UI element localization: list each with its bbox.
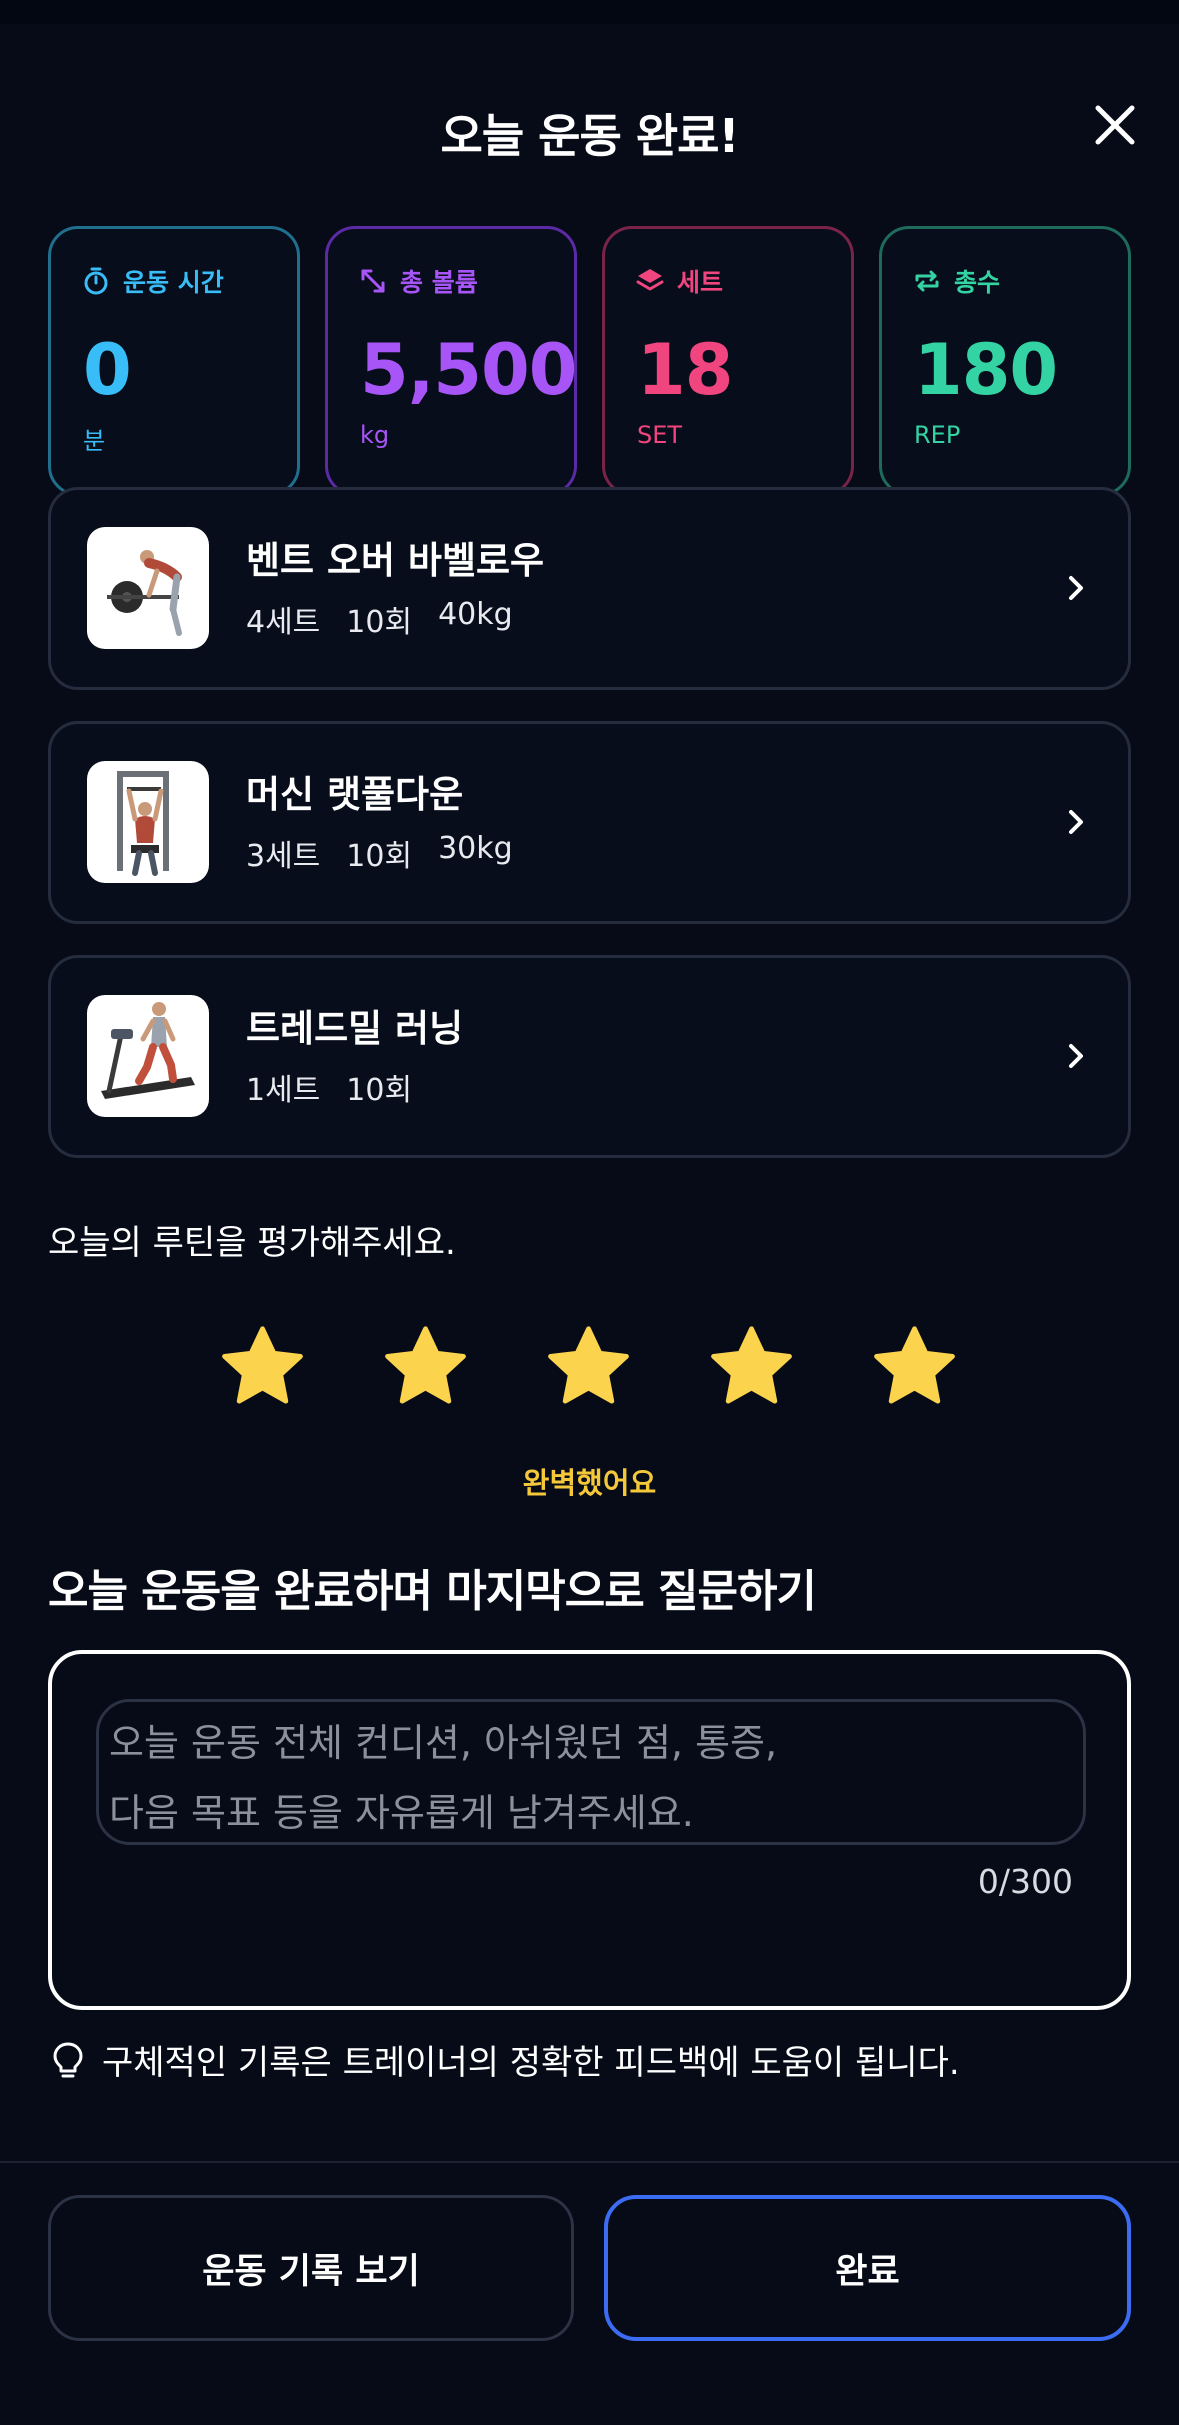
exercise-sets: 3세트 <box>246 839 321 874</box>
expand-arrows-icon <box>361 269 385 293</box>
question-input[interactable] <box>96 1699 1086 1845</box>
exercise-sets: 1세트 <box>246 1073 321 1108</box>
stat-unit: REP <box>914 421 961 449</box>
stat-unit: 분 <box>83 427 106 455</box>
exercise-reps: 10회 <box>346 1073 413 1108</box>
exercise-meta: 3세트 10회 30kg <box>246 831 513 875</box>
workout-summary-stats: 운동 시간 0 분 총 볼륨 5,500 kg 세트 18 SET 총수 180… <box>48 226 1131 496</box>
star-rating <box>215 1320 962 1415</box>
lightbulb-icon <box>53 2042 83 2077</box>
stat-value: 18 <box>637 329 733 411</box>
treadmill-image <box>87 995 209 1117</box>
character-counter: 0/300 <box>977 1862 1073 1901</box>
page-title: 오늘 운동 완료! <box>440 109 740 163</box>
barbell-row-image <box>87 527 209 649</box>
question-box: 0/300 <box>48 1650 1131 2010</box>
exercise-item[interactable]: 트레드밀 러닝 1세트 10회 <box>48 955 1131 1158</box>
repeat-icon <box>915 270 939 292</box>
stat-label: 총수 <box>954 268 1001 297</box>
star-icon[interactable] <box>378 1320 473 1415</box>
star-icon[interactable] <box>867 1320 962 1415</box>
chevron-right-icon <box>1069 1044 1083 1068</box>
modal-header: 오늘 운동 완료! <box>0 90 1179 170</box>
stat-card-duration: 운동 시간 0 분 <box>48 226 300 496</box>
tip-row: 구체적인 기록은 트레이너의 정확한 피드백에 도움이 됩니다. <box>50 2035 960 2084</box>
exercise-name: 트레드밀 러닝 <box>246 1007 464 1050</box>
exercise-name: 머신 랫풀다운 <box>246 773 464 816</box>
exercise-meta: 1세트 10회 <box>246 1065 412 1109</box>
layers-icon <box>636 269 664 291</box>
star-icon[interactable] <box>704 1320 799 1415</box>
close-button[interactable] <box>1080 90 1150 160</box>
status-bar <box>0 0 1179 24</box>
exercise-meta: 4세트 10회 40kg <box>246 597 513 641</box>
exercise-sets: 4세트 <box>246 605 321 640</box>
question-title: 오늘 운동을 완료하며 마지막으로 질문하기 <box>48 1566 817 1617</box>
stat-label: 운동 시간 <box>123 268 224 297</box>
exercise-weight: 40kg <box>438 597 513 632</box>
exercise-weight: 30kg <box>438 831 513 866</box>
stopwatch-icon <box>84 267 108 295</box>
stat-card-reps: 총수 180 REP <box>879 226 1131 496</box>
exercise-reps: 10회 <box>346 839 413 874</box>
stat-unit: kg <box>360 421 390 449</box>
exercise-item[interactable]: 머신 랫풀다운 3세트 10회 30kg <box>48 721 1131 924</box>
stat-value: 180 <box>914 329 1058 411</box>
stat-value: 5,500 <box>360 329 577 411</box>
stat-unit: SET <box>637 421 683 449</box>
stat-card-volume: 총 볼륨 5,500 kg <box>325 226 577 496</box>
star-icon[interactable] <box>541 1320 636 1415</box>
bottom-action-bar: 운동 기록 보기 완료 <box>0 2163 1179 2425</box>
lat-pulldown-image <box>87 761 209 883</box>
view-history-button[interactable]: 운동 기록 보기 <box>48 2195 574 2341</box>
exercise-reps: 10회 <box>346 605 413 640</box>
chevron-right-icon <box>1069 576 1083 600</box>
rating-label: 오늘의 루틴을 평가해주세요. <box>48 1223 456 1263</box>
tip-text: 구체적인 기록은 트레이너의 정확한 피드백에 도움이 됩니다. <box>102 2043 960 2083</box>
close-icon <box>1095 105 1135 145</box>
star-icon[interactable] <box>215 1320 310 1415</box>
stat-card-sets: 세트 18 SET <box>602 226 854 496</box>
stat-value: 0 <box>83 329 132 411</box>
stat-label: 세트 <box>677 268 724 297</box>
rating-caption: 완벽했어요 <box>522 1466 657 1500</box>
stat-label: 총 볼륨 <box>400 268 478 297</box>
chevron-right-icon <box>1069 810 1083 834</box>
done-button[interactable]: 완료 <box>604 2195 1131 2341</box>
exercise-item[interactable]: 벤트 오버 바벨로우 4세트 10회 40kg <box>48 487 1131 690</box>
exercise-name: 벤트 오버 바벨로우 <box>246 539 545 582</box>
